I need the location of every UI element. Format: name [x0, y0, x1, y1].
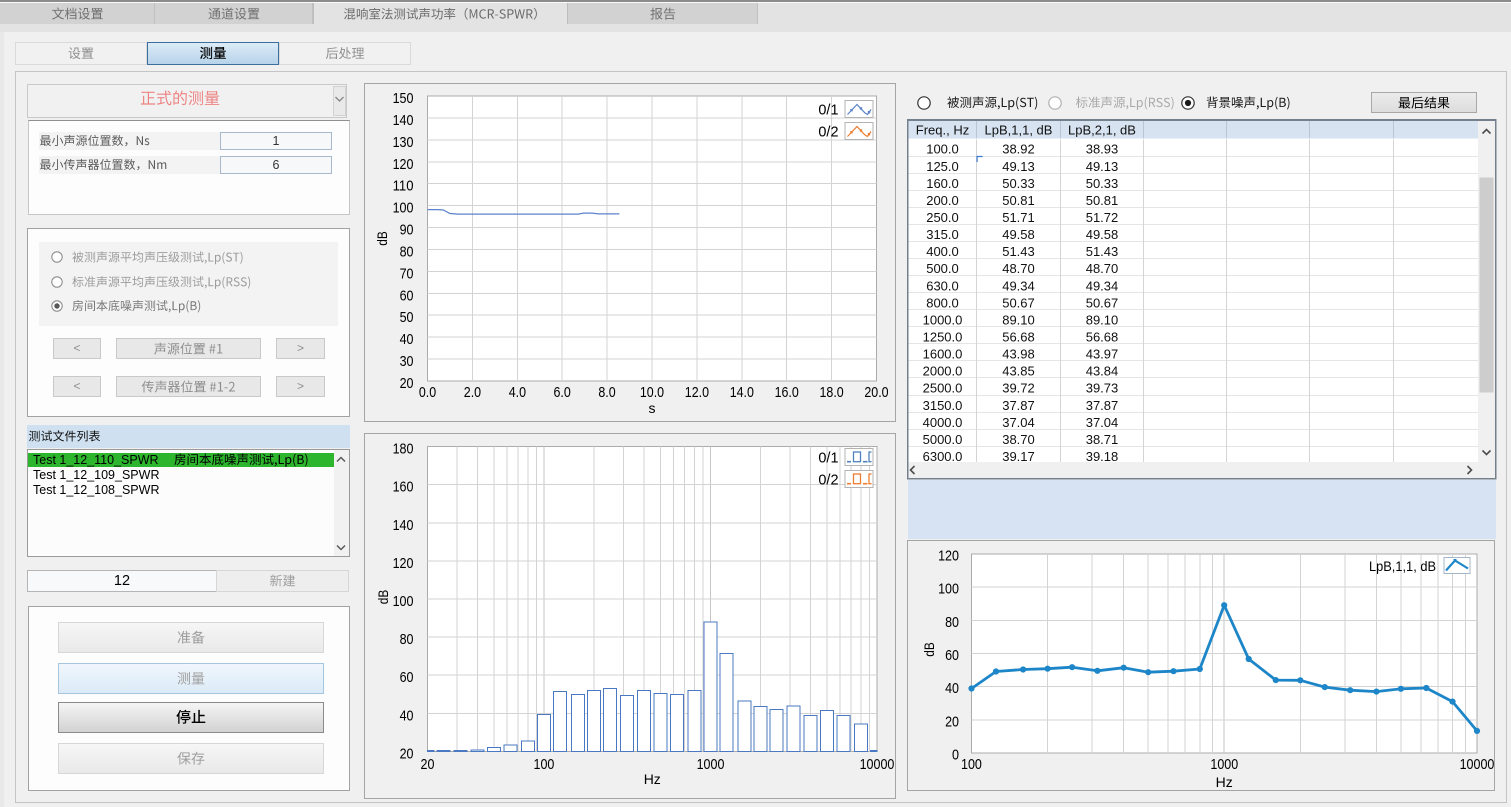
svg-text:50.67: 50.67 — [1085, 295, 1118, 310]
svg-text:2500.0: 2500.0 — [922, 381, 962, 396]
svg-text:LpB,2,1, dB: LpB,2,1, dB — [1068, 123, 1136, 138]
svg-text:39.18: 39.18 — [1085, 449, 1118, 464]
svg-text:37.04: 37.04 — [1085, 415, 1118, 430]
svg-text:37.04: 37.04 — [1002, 415, 1035, 430]
svg-text:125.0: 125.0 — [926, 159, 959, 174]
svg-text:37.87: 37.87 — [1002, 398, 1035, 413]
svg-text:89.10: 89.10 — [1085, 312, 1118, 327]
svg-text:38.92: 38.92 — [1002, 142, 1035, 157]
svg-text:315.0: 315.0 — [926, 227, 959, 242]
svg-text:43.97: 43.97 — [1085, 347, 1118, 362]
svg-text:51.43: 51.43 — [1085, 244, 1118, 259]
svg-text:89.10: 89.10 — [1002, 312, 1035, 327]
svg-text:3150.0: 3150.0 — [922, 398, 962, 413]
svg-text:4000.0: 4000.0 — [922, 415, 962, 430]
svg-text:39.73: 39.73 — [1085, 381, 1118, 396]
svg-text:1600.0: 1600.0 — [922, 347, 962, 362]
svg-text:6300.0: 6300.0 — [922, 449, 962, 464]
svg-text:51.72: 51.72 — [1085, 210, 1118, 225]
svg-text:1250.0: 1250.0 — [922, 329, 962, 344]
svg-text:49.58: 49.58 — [1085, 227, 1118, 242]
svg-text:48.70: 48.70 — [1085, 261, 1118, 276]
svg-text:49.34: 49.34 — [1085, 278, 1118, 293]
svg-text:5000.0: 5000.0 — [922, 432, 962, 447]
svg-text:49.58: 49.58 — [1002, 227, 1035, 242]
svg-text:500.0: 500.0 — [926, 261, 959, 276]
svg-text:160.0: 160.0 — [926, 176, 959, 191]
svg-text:630.0: 630.0 — [926, 278, 959, 293]
svg-text:48.70: 48.70 — [1002, 261, 1035, 276]
svg-text:250.0: 250.0 — [926, 210, 959, 225]
svg-text:37.87: 37.87 — [1085, 398, 1118, 413]
svg-text:800.0: 800.0 — [926, 295, 959, 310]
svg-text:100.0: 100.0 — [926, 142, 959, 157]
svg-text:38.93: 38.93 — [1085, 142, 1118, 157]
svg-text:400.0: 400.0 — [926, 244, 959, 259]
svg-text:51.71: 51.71 — [1002, 210, 1035, 225]
svg-text:56.68: 56.68 — [1085, 329, 1118, 344]
svg-text:49.34: 49.34 — [1002, 278, 1035, 293]
svg-text:43.84: 43.84 — [1085, 364, 1118, 379]
svg-text:51.43: 51.43 — [1002, 244, 1035, 259]
svg-text:50.33: 50.33 — [1085, 176, 1118, 191]
svg-text:38.71: 38.71 — [1085, 432, 1118, 447]
svg-text:49.13: 49.13 — [1002, 159, 1035, 174]
svg-text:50.33: 50.33 — [1002, 176, 1035, 191]
svg-text:43.98: 43.98 — [1002, 347, 1035, 362]
svg-text:39.17: 39.17 — [1002, 449, 1035, 464]
svg-text:49.13: 49.13 — [1085, 159, 1118, 174]
svg-text:43.85: 43.85 — [1002, 364, 1035, 379]
svg-text:38.70: 38.70 — [1002, 432, 1035, 447]
svg-text:50.81: 50.81 — [1085, 193, 1118, 208]
svg-text:56.68: 56.68 — [1002, 329, 1035, 344]
svg-text:1000.0: 1000.0 — [922, 312, 962, 327]
svg-text:LpB,1,1, dB: LpB,1,1, dB — [984, 123, 1052, 138]
svg-text:50.67: 50.67 — [1002, 295, 1035, 310]
svg-text:39.72: 39.72 — [1002, 381, 1035, 396]
svg-text:Freq., Hz: Freq., Hz — [915, 123, 968, 138]
svg-text:2000.0: 2000.0 — [922, 364, 962, 379]
svg-text:200.0: 200.0 — [926, 193, 959, 208]
svg-text:50.81: 50.81 — [1002, 193, 1035, 208]
